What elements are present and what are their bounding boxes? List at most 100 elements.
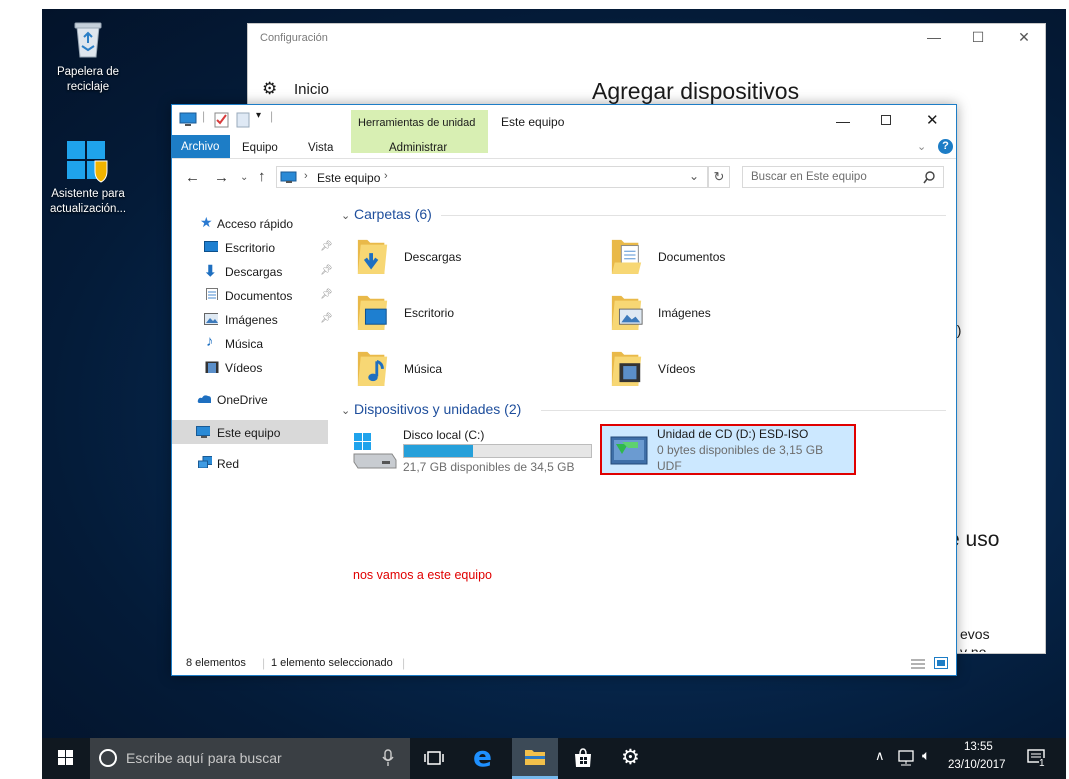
recycle-bin-label-2: reciclaje	[66, 81, 110, 93]
folder-imagenes[interactable]: Imágenes	[610, 288, 860, 338]
star-icon: ★	[200, 214, 213, 230]
desktop-folder-icon	[357, 295, 388, 330]
nav-quick-access[interactable]: ★ Acceso rápido	[180, 213, 328, 235]
download-arrow-icon: ⬇	[204, 263, 217, 280]
minimize-button[interactable]: —	[836, 113, 850, 129]
nav-videos[interactable]: Vídeos	[180, 357, 328, 379]
tray-chevron-up-icon[interactable]: ∧	[875, 748, 885, 764]
microphone-icon[interactable]	[382, 749, 394, 767]
status-bar: 8 elementos | 1 elemento seleccionado |	[172, 654, 956, 675]
tab-vista[interactable]: Vista	[308, 142, 333, 154]
folder-name: Escritorio	[404, 306, 455, 320]
volume-icon[interactable]: 🔈︎	[922, 747, 930, 764]
forward-button[interactable]: →	[214, 169, 229, 186]
network-icon	[198, 456, 212, 468]
settings-text-fragment: v no	[960, 644, 987, 652]
drive-local-disk-c[interactable]: Disco local (C:) 21,7 GB disponibles de …	[352, 426, 598, 476]
customize-toolbar-icon[interactable]: ▾	[256, 110, 261, 121]
taskbar-search-placeholder: Escribe aquí para buscar	[126, 750, 282, 766]
properties-icon[interactable]	[214, 112, 230, 128]
gear-icon: ⚙	[262, 79, 278, 98]
film-icon	[205, 361, 219, 373]
devices-section-header[interactable]: ⌄ Dispositivos y unidades (2)	[341, 401, 946, 417]
drive-d-filesystem: UDF	[657, 459, 682, 473]
windows-start-icon[interactable]	[58, 750, 74, 766]
folder-name: Descargas	[404, 250, 462, 264]
file-explorer-window: | ▾ | Herramientas de unidad Este equipo…	[171, 104, 957, 676]
status-item-count: 8 elementos	[186, 657, 246, 669]
nav-musica[interactable]: ♪ Música	[180, 333, 328, 355]
settings-minimize-button[interactable]: —	[924, 29, 944, 45]
network-tray-icon[interactable]	[898, 750, 916, 766]
nav-red[interactable]: Red	[180, 453, 328, 475]
desktop-folder-icon	[204, 241, 218, 252]
taskbar: Escribe aquí para buscar e ⚙ ∧ 🔈︎ 13:55 …	[42, 738, 1066, 779]
computer-icon	[280, 171, 297, 183]
music-folder-icon	[357, 351, 388, 386]
up-button[interactable]: ↑	[258, 168, 266, 185]
tab-equipo[interactable]: Equipo	[242, 142, 278, 154]
tab-archivo[interactable]: Archivo	[172, 135, 230, 158]
folders-section-header[interactable]: ⌄ Carpetas (6)	[341, 206, 946, 222]
new-folder-icon[interactable]	[236, 112, 250, 128]
taskbar-file-explorer-active[interactable]	[512, 738, 558, 779]
help-icon[interactable]: ?	[938, 139, 953, 154]
drive-d-detail: 0 bytes disponibles de 3,15 GB	[657, 443, 824, 457]
recycle-bin-shortcut[interactable]: Papelera de reciclaje	[43, 19, 133, 95]
store-icon[interactable]	[572, 747, 594, 769]
pin-icon: 📌︎	[320, 313, 333, 324]
drive-cd-d-selected[interactable]: Unidad de CD (D:) ESD-ISO 0 bytes dispon…	[600, 424, 856, 475]
nav-este-equipo[interactable]: Este equipo	[172, 420, 328, 444]
taskbar-search-box[interactable]: Escribe aquí para buscar	[90, 738, 410, 779]
address-bar[interactable]: › Este equipo › ⌄	[276, 166, 708, 188]
taskbar-date[interactable]: 23/10/2017	[948, 759, 1006, 771]
nav-imagenes[interactable]: Imágenes 📌︎	[180, 309, 333, 331]
tab-archivo-label: Archivo	[181, 141, 220, 153]
settings-maximize-button[interactable]: ☐	[968, 29, 988, 46]
drive-c-name: Disco local (C:)	[403, 428, 485, 442]
expand-ribbon-icon[interactable]: ⌄	[917, 140, 926, 153]
navigation-pane: ★ Acceso rápido Escritorio 📌︎ ⬇ Descarga…	[172, 198, 333, 653]
nav-label: Escritorio	[225, 241, 276, 255]
address-dropdown-icon[interactable]: ⌄	[689, 169, 699, 183]
contextual-tab-group-label: Herramientas de unidad	[358, 117, 476, 129]
details-view-icon[interactable]	[910, 658, 926, 670]
recycle-bin-label-1: Papelera de	[56, 66, 120, 78]
settings-gear-icon[interactable]: ⚙	[621, 745, 640, 770]
nav-documentos[interactable]: Documentos 📌︎	[180, 285, 333, 307]
settings-nav-home[interactable]: Inicio	[294, 81, 329, 98]
large-icons-view-icon[interactable]	[934, 657, 948, 670]
close-button[interactable]: ✕	[926, 111, 939, 129]
status-selected-count: 1 elemento seleccionado	[271, 657, 393, 669]
address-path: Este equipo	[317, 171, 381, 185]
nav-onedrive[interactable]: OneDrive	[180, 389, 328, 411]
settings-close-button[interactable]: ✕	[1014, 29, 1034, 46]
folder-descargas[interactable]: Descargas	[356, 232, 606, 282]
search-box[interactable]: Buscar en Este equipo	[742, 166, 944, 188]
folder-musica[interactable]: Música	[356, 344, 606, 394]
folder-videos[interactable]: Vídeos	[610, 344, 860, 394]
update-assistant-shortcut[interactable]: Asistente para actualización...	[43, 139, 133, 217]
cortana-circle-icon	[99, 749, 117, 767]
tab-administrar[interactable]: Administrar	[389, 142, 447, 154]
notification-count-badge: 1	[1039, 758, 1045, 769]
nav-label: Red	[217, 457, 240, 471]
drive-c-detail: 21,7 GB disponibles de 34,5 GB	[403, 460, 575, 474]
edge-browser-icon[interactable]: e	[473, 740, 492, 773]
recent-locations-icon[interactable]: ⌄	[240, 172, 248, 183]
nav-descargas[interactable]: ⬇ Descargas 📌︎	[180, 261, 333, 283]
folder-documentos[interactable]: Documentos	[610, 232, 860, 282]
refresh-button[interactable]: ↻	[708, 166, 730, 188]
maximize-button[interactable]	[881, 115, 892, 126]
task-view-icon[interactable]	[424, 750, 444, 766]
folder-escritorio[interactable]: Escritorio	[356, 288, 606, 338]
back-button[interactable]: ←	[185, 169, 200, 186]
drive-c-usage-fill	[404, 445, 474, 457]
settings-title: Configuración	[260, 32, 328, 44]
videos-folder-icon	[611, 351, 642, 386]
documents-folder-icon	[611, 239, 642, 274]
taskbar-time[interactable]: 13:55	[964, 741, 993, 753]
folder-name: Documentos	[658, 250, 726, 264]
nav-escritorio[interactable]: Escritorio 📌︎	[180, 237, 333, 259]
folder-name: Vídeos	[658, 362, 696, 376]
